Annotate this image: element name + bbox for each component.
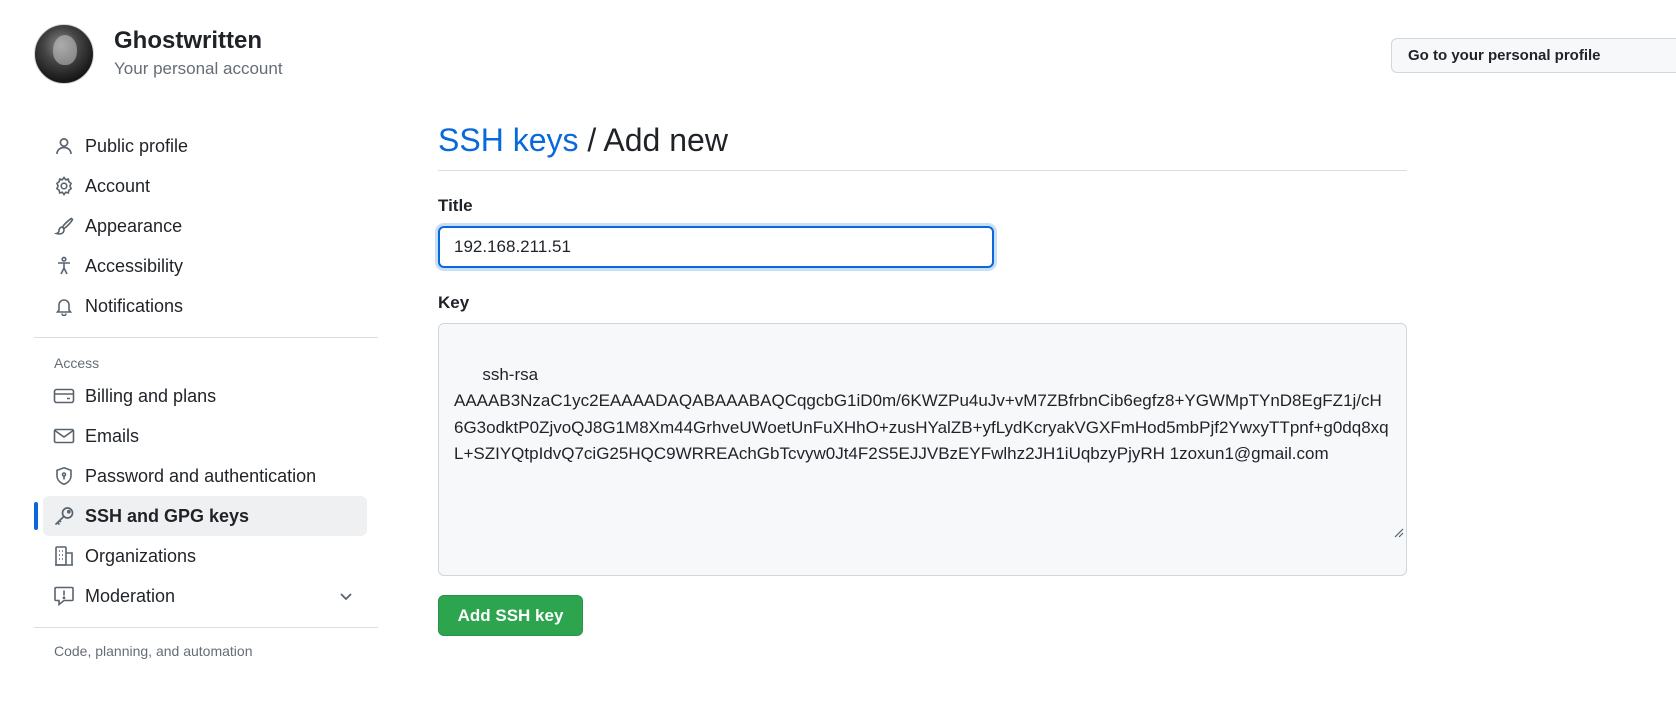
sidebar-item-label: Billing and plans (85, 385, 217, 406)
active-indicator (34, 502, 38, 530)
key-label: Key (438, 293, 470, 312)
sidebar-divider (34, 627, 378, 628)
sidebar-item-organizations[interactable]: Organizations (43, 536, 367, 576)
sidebar-item-label: Notifications (85, 295, 184, 316)
breadcrumb-current: Add new (603, 122, 728, 158)
organization-icon (53, 545, 75, 567)
sidebar-section-access: Access (54, 355, 100, 371)
accessibility-icon (53, 255, 75, 277)
sidebar-item-label: Moderation (85, 585, 176, 606)
sidebar-item-accessibility[interactable]: Accessibility (43, 246, 367, 286)
sidebar-item-notifications[interactable]: Notifications (43, 286, 367, 326)
bell-icon (53, 295, 75, 317)
sidebar-item-emails[interactable]: Emails (43, 416, 367, 456)
sidebar-item-label: SSH and GPG keys (85, 505, 250, 526)
chevron-down-icon[interactable] (335, 585, 357, 612)
person-icon (53, 135, 75, 157)
sidebar-item-label: Emails (85, 425, 140, 446)
title-label: Title (438, 196, 473, 215)
sidebar-item-ssh-gpg-keys[interactable]: SSH and GPG keys (34, 496, 367, 536)
breadcrumb-ssh-keys-link[interactable]: SSH keys (438, 122, 578, 158)
sidebar-item-label: Password and authentication (85, 465, 317, 486)
settings-page: Ghostwritten Your personal account Go to… (0, 0, 1676, 713)
title-input[interactable] (438, 226, 994, 268)
sidebar-divider (34, 337, 378, 338)
go-to-profile-button[interactable]: Go to your personal profile (1391, 38, 1676, 73)
account-header: Ghostwritten Your personal account (34, 24, 283, 84)
sidebar-item-label: Organizations (85, 545, 197, 566)
add-ssh-key-button[interactable]: Add SSH key (438, 595, 583, 636)
sidebar-item-label: Account (85, 175, 151, 196)
paintbrush-icon (53, 215, 75, 237)
page-title: SSH keys / Add new (438, 118, 1407, 171)
shield-icon (53, 465, 75, 487)
account-subtitle: Your personal account (114, 59, 283, 78)
key-textarea[interactable]: ssh-rsa AAAAB3NzaC1yc2EAAAADAQABAAABAQCq… (438, 323, 1407, 576)
avatar[interactable] (34, 24, 94, 84)
main-content: SSH keys / Add new Title Key ssh-rsa AAA… (438, 118, 1407, 636)
sidebar-item-label: Public profile (85, 135, 189, 156)
gear-icon (53, 175, 75, 197)
sidebar-item-password[interactable]: Password and authentication (43, 456, 367, 496)
credit-card-icon (53, 385, 75, 407)
sidebar-item-label: Accessibility (85, 255, 184, 276)
sidebar-item-appearance[interactable]: Appearance (43, 206, 367, 246)
sidebar-item-moderation[interactable]: Moderation (43, 576, 367, 616)
account-text: Ghostwritten Your personal account (114, 26, 283, 82)
account-name[interactable]: Ghostwritten (114, 26, 283, 56)
sidebar-section-code: Code, planning, and automation (54, 643, 253, 659)
settings-sidebar: Public profile Account Appearance Access… (34, 126, 378, 662)
sidebar-item-label: Appearance (85, 215, 183, 236)
mail-icon (53, 425, 75, 447)
breadcrumb-separator: / (587, 122, 597, 158)
sidebar-item-account[interactable]: Account (43, 166, 367, 206)
report-icon (53, 585, 75, 607)
sidebar-item-billing[interactable]: Billing and plans (43, 376, 367, 416)
resize-grip-icon[interactable] (1354, 494, 1404, 574)
sidebar-item-public-profile[interactable]: Public profile (43, 126, 367, 166)
key-icon (53, 505, 75, 527)
key-textarea-value: ssh-rsa AAAAB3NzaC1yc2EAAAADAQABAAABAQCq… (454, 364, 1389, 464)
